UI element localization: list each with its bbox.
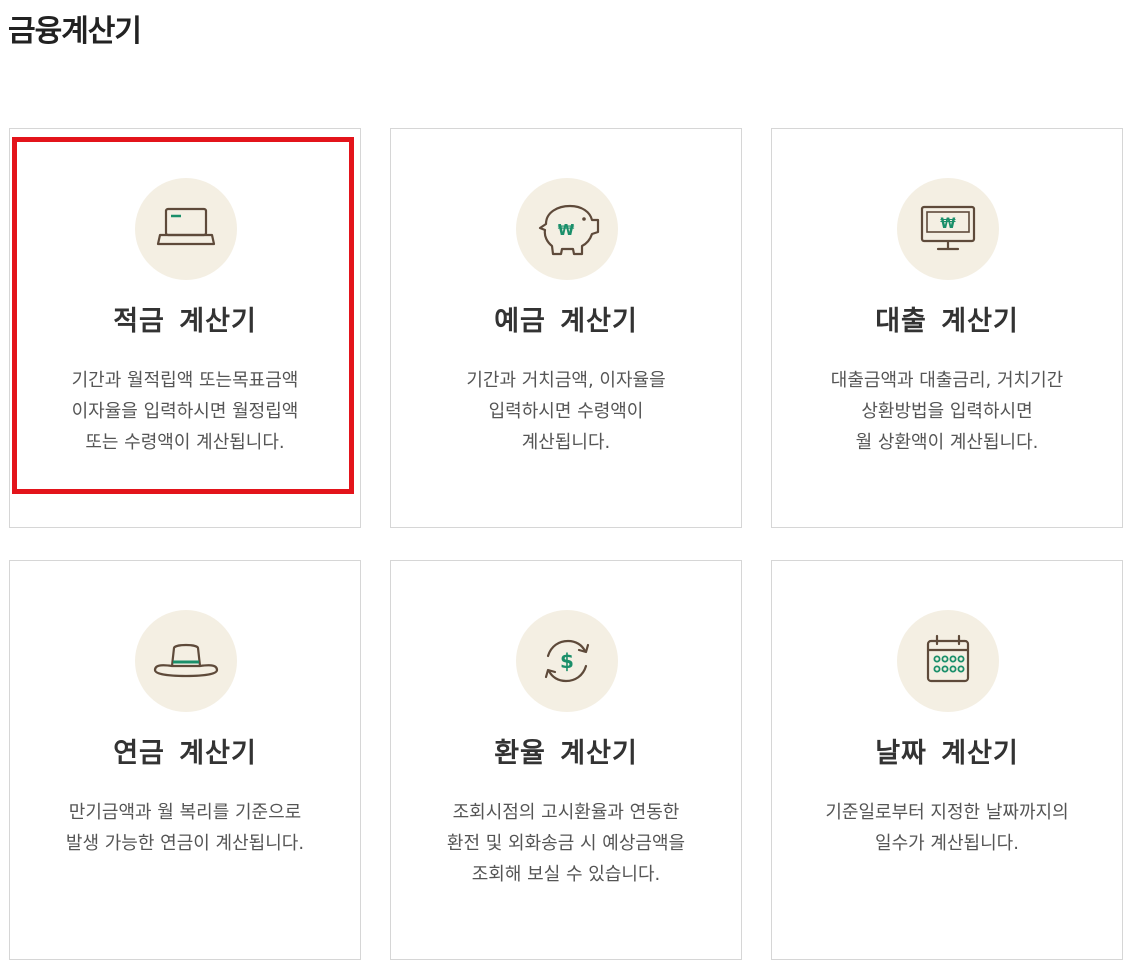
card-description: 대출금액과 대출금리, 거치기간 상환방법을 입력하시면 월 상환액이 계산됩니… [782, 365, 1112, 458]
calendar-icon [897, 610, 999, 712]
card-description-line: 또는 수령액이 계산됩니다. [85, 432, 285, 453]
card-description-line: 환전 및 외화송금 시 예상금액을 [446, 833, 686, 854]
dollar-glyph: $ [560, 649, 574, 673]
card-description: 기준일로부터 지정한 날짜까지의 일수가 계산됩니다. [782, 797, 1112, 859]
card-description-line: 기간과 거치금액, 이자율을 [466, 370, 666, 391]
card-description-line: 입력하시면 수령액이 [488, 401, 644, 422]
card-title: 환율 계산기 [494, 738, 638, 769]
piggy-bank-icon: ₩ [516, 178, 618, 280]
card-description-line: 이자율을 입력하시면 월정립액 [71, 401, 299, 422]
card-exchange-calculator[interactable]: $ 환율 계산기 조회시점의 고시환율과 연동한 환전 및 외화송금 시 예상금… [390, 560, 742, 960]
card-description-line: 월 상환액이 계산됩니다. [855, 432, 1039, 453]
card-deposit-calculator[interactable]: ₩ 예금 계산기 기간과 거치금액, 이자율을 입력하시면 수령액이 계산됩니다… [390, 128, 742, 528]
card-description: 만기금액과 월 복리를 기준으로 발생 가능한 연금이 계산됩니다. [20, 797, 350, 859]
card-description-line: 일수가 계산됩니다. [875, 833, 1019, 854]
card-pension-calculator[interactable]: 연금 계산기 만기금액과 월 복리를 기준으로 발생 가능한 연금이 계산됩니다… [9, 560, 361, 960]
card-description-line: 기간과 월적립액 또는목표금액 [71, 370, 299, 391]
card-title: 연금 계산기 [113, 738, 257, 769]
card-title: 적금 계산기 [113, 306, 257, 337]
card-description: 기간과 월적립액 또는목표금액 이자율을 입력하시면 월정립액 또는 수령액이 … [20, 365, 350, 458]
currency-exchange-icon: $ [516, 610, 618, 712]
card-description-line: 계산됩니다. [521, 432, 611, 453]
card-title: 예금 계산기 [494, 306, 638, 337]
card-date-calculator[interactable]: 날짜 계산기 기준일로부터 지정한 날짜까지의 일수가 계산됩니다. [771, 560, 1123, 960]
laptop-icon [135, 178, 237, 280]
page-title: 금융계산기 [8, 14, 142, 49]
card-title: 날짜 계산기 [875, 738, 1019, 769]
card-description: 조회시점의 고시환율과 연동한 환전 및 외화송금 시 예상금액을 조회해 보실… [401, 797, 731, 890]
card-description-line: 기준일로부터 지정한 날짜까지의 [825, 802, 1069, 823]
card-description: 기간과 거치금액, 이자율을 입력하시면 수령액이 계산됩니다. [401, 365, 731, 458]
card-description-line: 조회시점의 고시환율과 연동한 [452, 802, 680, 823]
won-glyph: ₩ [940, 216, 956, 232]
card-description-line: 대출금액과 대출금리, 거치기간 [830, 370, 1064, 391]
won-glyph: ₩ [558, 221, 575, 239]
card-description-line: 조회해 보실 수 있습니다. [471, 864, 661, 885]
card-description-line: 상환방법을 입력하시면 [861, 401, 1033, 422]
card-description-line: 만기금액과 월 복리를 기준으로 [68, 802, 302, 823]
card-title: 대출 계산기 [875, 306, 1019, 337]
card-loan-calculator[interactable]: ₩ 대출 계산기 대출금액과 대출금리, 거치기간 상환방법을 입력하시면 월 … [771, 128, 1123, 528]
hat-icon [135, 610, 237, 712]
card-savings-calculator[interactable]: 적금 계산기 기간과 월적립액 또는목표금액 이자율을 입력하시면 월정립액 또… [9, 128, 361, 528]
monitor-icon: ₩ [897, 178, 999, 280]
card-description-line: 발생 가능한 연금이 계산됩니다. [65, 833, 305, 854]
